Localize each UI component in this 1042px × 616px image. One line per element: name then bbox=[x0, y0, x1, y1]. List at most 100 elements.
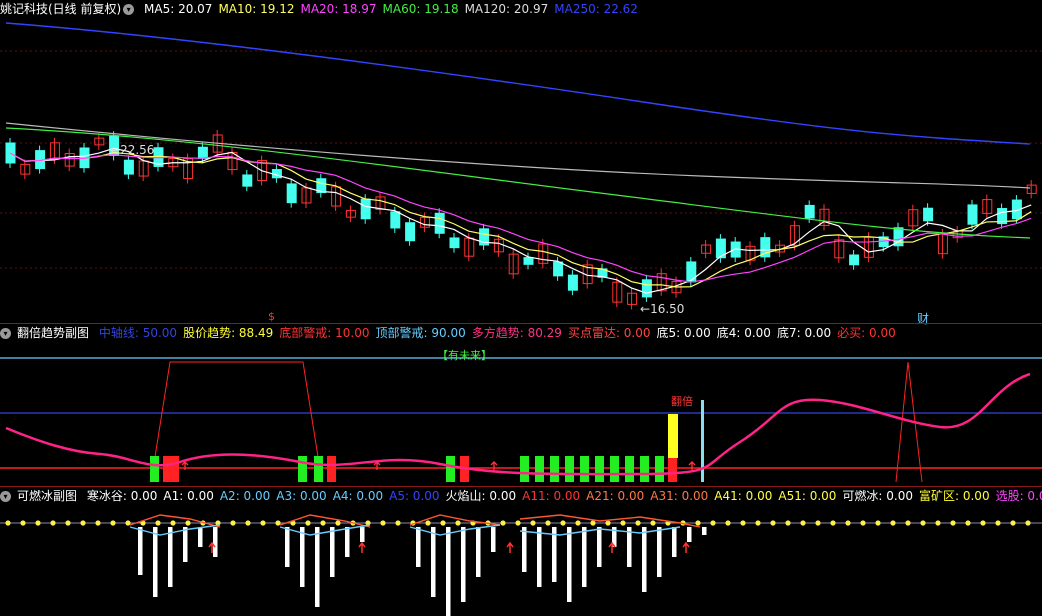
sub2-legend-item: 可燃冰: 0.00 bbox=[842, 489, 913, 503]
sub2-legend-item: 选股: 0.00 bbox=[995, 489, 1042, 503]
sub1-legend-item: 底7: 0.00 bbox=[776, 326, 832, 340]
level-dot bbox=[1025, 520, 1031, 526]
buy-arrow bbox=[682, 541, 690, 553]
ice-spike bbox=[702, 527, 707, 535]
level-dot bbox=[845, 520, 851, 526]
sub2-legend-item: A41: 0.00 bbox=[714, 489, 773, 503]
sub2-legend-item: A1: 0.00 bbox=[163, 489, 214, 503]
ice-spike bbox=[345, 527, 350, 557]
signal-bar bbox=[520, 456, 529, 482]
ice-spike bbox=[687, 527, 692, 542]
ice-spike bbox=[642, 527, 647, 592]
level-dot bbox=[275, 520, 281, 526]
double-label: 翻倍 bbox=[671, 395, 693, 408]
dropdown-icon[interactable]: ▾ bbox=[0, 491, 11, 502]
ice-spike bbox=[330, 527, 335, 577]
level-dot bbox=[500, 520, 506, 526]
level-dot bbox=[440, 520, 446, 526]
level-dot bbox=[950, 520, 956, 526]
dropdown-icon[interactable]: ▾ bbox=[123, 4, 135, 15]
level-dot bbox=[785, 520, 791, 526]
price-panel[interactable]: 姚记科技(日线 前复权) ▾ MA5: 20.07 MA10: 19.12 MA20:… bbox=[0, 0, 1042, 326]
level-dot bbox=[455, 520, 461, 526]
level-dot bbox=[65, 520, 71, 526]
level-dot bbox=[305, 520, 311, 526]
level-dot bbox=[740, 520, 746, 526]
s-marker: $ bbox=[268, 310, 275, 323]
bull-trend-line bbox=[5, 372, 1031, 476]
signal-bar bbox=[150, 456, 159, 482]
sub1-legend: 中轴线: 50.00 股价趋势: 88.49 底部警戒: 10.00 顶部警戒: 90… bbox=[99, 326, 902, 340]
ice-spike bbox=[537, 527, 542, 587]
dropdown-icon[interactable]: ▾ bbox=[0, 328, 11, 339]
ma-legend: MA5: 20.07 MA10: 19.12 MA20: 18.97 MA60: 19… bbox=[144, 2, 644, 16]
signal-bar bbox=[327, 456, 336, 482]
ma5-line bbox=[9, 147, 1032, 294]
level-dot bbox=[110, 520, 116, 526]
stock-title[interactable]: 姚记科技(日线 前复权) bbox=[0, 2, 121, 16]
ma250-line bbox=[5, 22, 1031, 145]
ice-spike bbox=[416, 527, 421, 567]
ice-spike bbox=[491, 527, 496, 552]
sub1-legend-item: 股价趋势: 88.49 bbox=[183, 326, 274, 340]
ma-legend-item: MA10: 19.12 bbox=[218, 2, 295, 16]
banner-label: 【有未来】 bbox=[437, 349, 492, 362]
level-dot bbox=[710, 520, 716, 526]
candle-body bbox=[123, 159, 134, 175]
signal-bar bbox=[170, 456, 179, 482]
ma-legend-item: MA60: 19.18 bbox=[382, 2, 459, 16]
level-dot bbox=[50, 520, 56, 526]
double-trend-chart[interactable] bbox=[0, 342, 1042, 486]
candle-body bbox=[923, 207, 934, 222]
candle-body bbox=[242, 174, 253, 187]
level-dot bbox=[5, 520, 11, 526]
level-dot bbox=[380, 520, 386, 526]
combustible-ice-chart[interactable] bbox=[0, 505, 1042, 616]
level-dot bbox=[830, 520, 836, 526]
level-dot bbox=[575, 520, 581, 526]
level-dot bbox=[125, 520, 131, 526]
sub2-legend-item: 火焰山: 0.00 bbox=[445, 489, 517, 503]
signal-bar bbox=[668, 456, 677, 482]
ice-spike bbox=[315, 527, 320, 607]
ice-spike bbox=[627, 527, 632, 567]
candlestick-chart[interactable] bbox=[0, 18, 1042, 323]
buy-arrow bbox=[506, 541, 514, 553]
ice-spike bbox=[476, 527, 481, 577]
sub2-legend-item: 寒冰谷: 0.00 bbox=[86, 489, 158, 503]
signal-bar bbox=[446, 456, 455, 482]
low-price-label: ←16.50 bbox=[640, 302, 685, 316]
level-dot bbox=[1010, 520, 1016, 526]
ice-spike bbox=[597, 527, 602, 567]
signal-bar bbox=[314, 456, 323, 482]
ma-legend-item: MA5: 20.07 bbox=[144, 2, 213, 16]
level-dot bbox=[260, 520, 266, 526]
sub1-legend-item: 买点雷达: 0.00 bbox=[567, 326, 651, 340]
ice-spike bbox=[168, 527, 173, 587]
signal-bar bbox=[550, 456, 559, 482]
level-dot bbox=[965, 520, 971, 526]
signal-bar bbox=[625, 456, 634, 482]
sub1-title[interactable]: 翻倍趋势副图 bbox=[17, 326, 89, 340]
level-dot bbox=[770, 520, 776, 526]
level-dot bbox=[80, 520, 86, 526]
level-dot bbox=[230, 520, 236, 526]
buy-arrow bbox=[358, 541, 366, 553]
ice-spike bbox=[431, 527, 436, 597]
candle-body bbox=[553, 261, 564, 277]
sub1-legend-item: 多方趋势: 80.29 bbox=[471, 326, 562, 340]
level-dot bbox=[35, 520, 41, 526]
candle-body bbox=[405, 222, 416, 242]
level-dot bbox=[890, 520, 896, 526]
candle-body bbox=[449, 237, 460, 249]
candle-body bbox=[286, 183, 297, 204]
ice-spike bbox=[300, 527, 305, 587]
sub2-title[interactable]: 可燃冰副图 bbox=[17, 489, 77, 503]
combustible-ice-panel[interactable]: ▾ 可燃冰副图 寒冰谷: 0.00 A1: 0.00 A2: 0.00 A3: 0.00… bbox=[0, 487, 1042, 616]
level-dot bbox=[545, 520, 551, 526]
level-dot bbox=[815, 520, 821, 526]
double-trend-panel[interactable]: ▾ 翻倍趋势副图 中轴线: 50.00 股价趋势: 88.49 底部警戒: 10.00… bbox=[0, 324, 1042, 486]
level-dot bbox=[920, 520, 926, 526]
sub1-legend-item: 底4: 0.00 bbox=[716, 326, 771, 340]
level-dot bbox=[605, 520, 611, 526]
